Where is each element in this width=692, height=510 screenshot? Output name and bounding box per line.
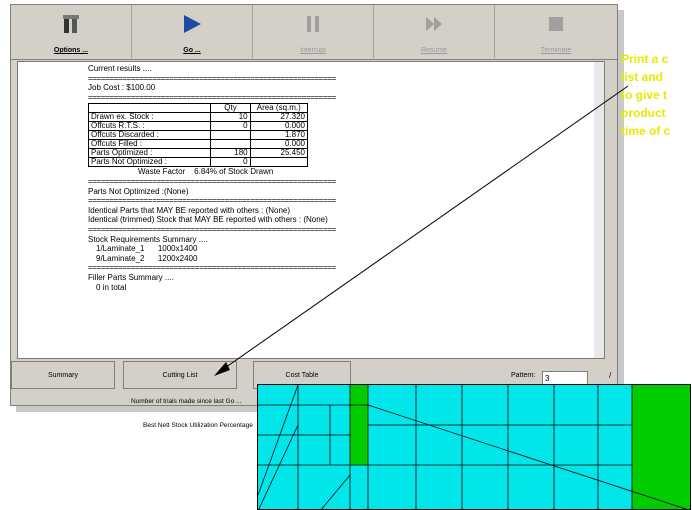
offcut-panel [350, 385, 368, 465]
cutting-diagram [257, 384, 691, 510]
offcut-panel [632, 385, 690, 509]
cutting-pattern-graphic [258, 385, 690, 509]
